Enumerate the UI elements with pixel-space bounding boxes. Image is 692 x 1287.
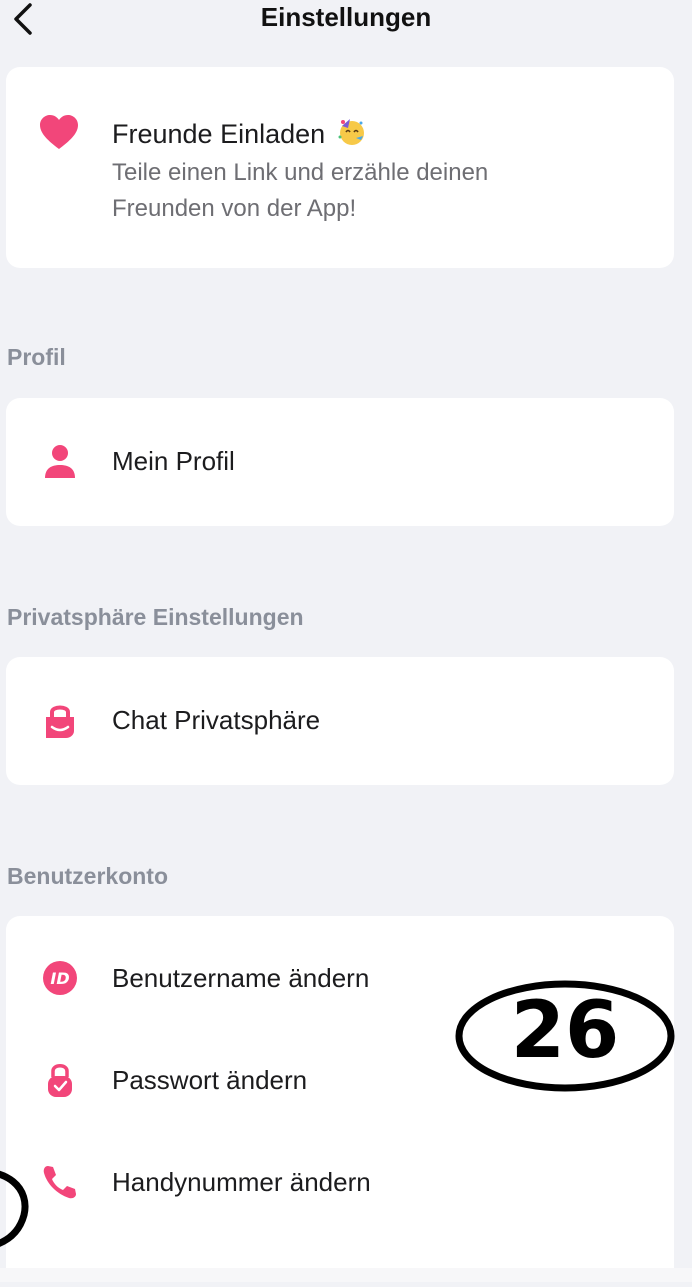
- privacy-card: Chat Privatsphäre: [6, 657, 674, 785]
- bottom-edge: [0, 1268, 692, 1282]
- settings-item-label: Passwort ändern: [112, 1065, 308, 1095]
- section-label-privacy: Privatsphäre Einstellungen: [7, 604, 304, 630]
- top-bar: Einstellungen: [0, 0, 692, 40]
- page-title: Einstellungen: [260, 2, 432, 32]
- id-badge-icon: ID: [43, 961, 77, 995]
- invite-card[interactable]: Freunde Einladen Teile einen Link und er…: [6, 67, 674, 268]
- account-card: ID Benutzername ändern Passwort ändern H…: [6, 916, 674, 1282]
- invite-title-text: Freunde Einladen: [112, 119, 326, 149]
- settings-item-label: Benutzername ändern: [112, 963, 370, 993]
- settings-item-label: Mein Profil: [112, 446, 235, 476]
- annotation-partial-ellipse: [0, 1160, 40, 1282]
- settings-item-label: Handynummer ändern: [112, 1167, 371, 1197]
- lock-check-icon: [48, 1064, 72, 1097]
- party-face-emoji-icon: [338, 119, 364, 145]
- annotation-number-marker: 26: [455, 980, 675, 1092]
- settings-item-chat-privacy[interactable]: Chat Privatsphäre: [6, 657, 674, 785]
- phone-icon: [43, 1166, 76, 1199]
- profile-card: Mein Profil: [6, 398, 674, 526]
- settings-item-change-phone[interactable]: Handynummer ändern: [6, 1142, 674, 1224]
- chat-lock-icon: [46, 705, 74, 738]
- settings-item-my-profile[interactable]: Mein Profil: [6, 398, 674, 526]
- settings-item-label: Chat Privatsphäre: [112, 705, 321, 735]
- section-label-profile: Profil: [7, 344, 66, 370]
- annotation-number: 26: [510, 986, 620, 1076]
- section-label-account: Benutzerkonto: [7, 863, 168, 889]
- svg-text:ID: ID: [50, 969, 69, 988]
- person-icon: [45, 445, 75, 478]
- invite-title: Freunde Einladen: [112, 117, 367, 150]
- invite-subtitle: Teile einen Link und erzähle deinen Freu…: [112, 159, 489, 222]
- annotation-partial-ellipse-shape: [0, 1170, 29, 1247]
- heart-icon: [40, 115, 78, 149]
